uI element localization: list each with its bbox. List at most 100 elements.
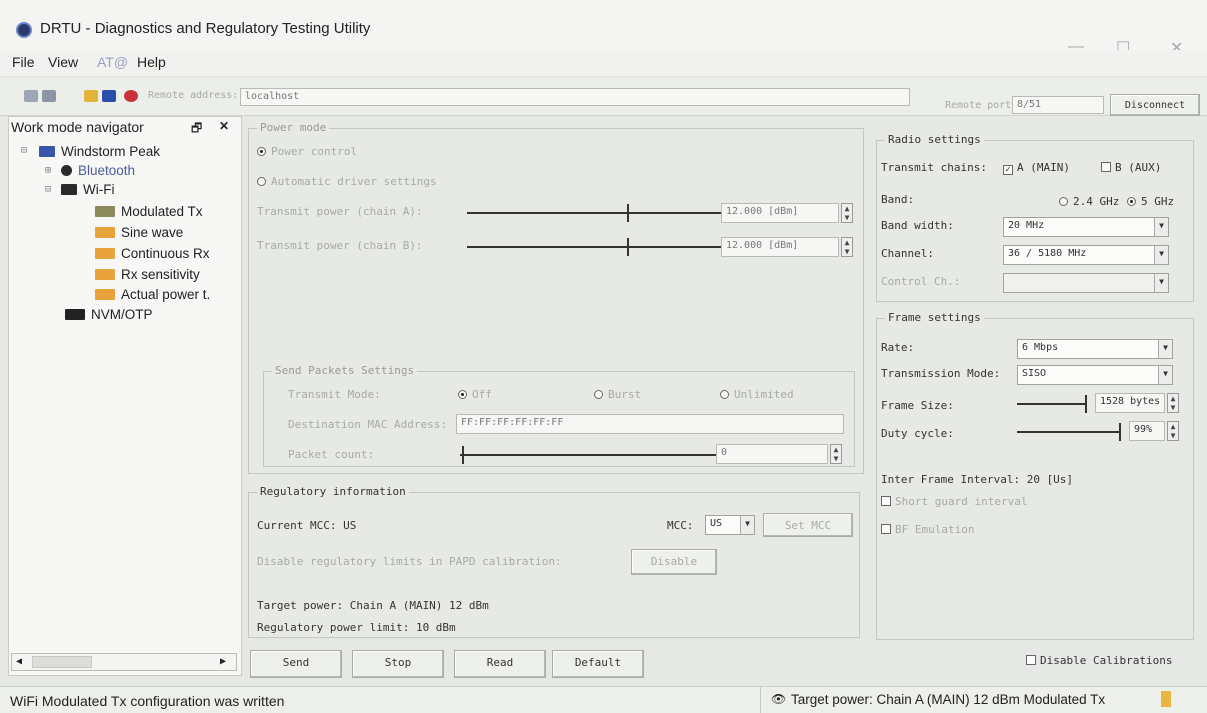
stop-button[interactable]: Stop bbox=[352, 650, 444, 678]
control-ch-label: Control Ch.: bbox=[881, 275, 961, 288]
tx-power-b-value[interactable]: 12.000 [dBm] bbox=[721, 237, 839, 257]
menu-view[interactable]: View bbox=[48, 54, 78, 70]
packet-count-spinner[interactable]: ▲ ▼ bbox=[830, 444, 842, 464]
stop-icon[interactable] bbox=[124, 90, 138, 102]
tree-item-continuous-rx[interactable]: Continuous Rx bbox=[95, 246, 210, 261]
remote-address-input[interactable]: localhost bbox=[240, 88, 910, 106]
duty-cycle-slider[interactable] bbox=[1017, 431, 1121, 433]
current-mcc-text: Current MCC: US bbox=[257, 519, 357, 532]
packet-count-slider[interactable] bbox=[460, 454, 716, 456]
short-guard-checkbox[interactable]: Short guard interval bbox=[881, 495, 1027, 508]
navigator-title: Work mode navigator bbox=[11, 119, 144, 135]
tx-power-a-thumb[interactable] bbox=[627, 204, 629, 222]
mode-icon bbox=[95, 269, 115, 280]
duty-cycle-input[interactable]: 99% bbox=[1129, 421, 1165, 441]
chevron-down-icon: ▼ bbox=[1154, 218, 1168, 236]
chain-b-checkbox[interactable]: B (AUX) bbox=[1101, 161, 1161, 174]
remote-port-input[interactable]: 8/51 bbox=[1012, 96, 1104, 114]
bluetooth-icon bbox=[61, 165, 72, 176]
work-mode-navigator: Work mode navigator 🗗 ✕ ⊟ Windstorm Peak… bbox=[8, 116, 242, 676]
checkbox-icon bbox=[1026, 655, 1036, 665]
disable-calibrations-checkbox[interactable]: Disable Calibrations bbox=[1026, 654, 1172, 667]
packet-count-input[interactable]: 0 bbox=[716, 444, 828, 464]
disconnect-button[interactable]: Disconnect bbox=[1110, 94, 1200, 116]
dest-mac-input[interactable]: FF:FF:FF:FF:FF:FF bbox=[456, 414, 844, 434]
expand-icon[interactable]: ⊞ bbox=[45, 165, 51, 176]
send-packets-title: Send Packets Settings bbox=[272, 364, 418, 377]
band-label: Band: bbox=[881, 193, 915, 206]
frame-size-spinner[interactable]: ▲ ▼ bbox=[1167, 393, 1179, 413]
tree-item-sine-wave[interactable]: Sine wave bbox=[95, 225, 183, 240]
scroll-left-icon[interactable]: ◀ bbox=[16, 656, 22, 667]
disable-limits-button[interactable]: Disable bbox=[631, 549, 717, 575]
tree-item-windstorm-peak[interactable]: Windstorm Peak bbox=[39, 144, 160, 159]
tx-power-b-thumb[interactable] bbox=[627, 238, 629, 256]
channel-select[interactable]: 36 / 5180 MHz ▼ bbox=[1003, 245, 1169, 265]
power-control-radio[interactable]: Power control bbox=[257, 145, 357, 158]
target-power-text: Target power: Chain A (MAIN) 12 dBm bbox=[257, 599, 489, 612]
tx-power-b-spinner[interactable]: ▲ ▼ bbox=[841, 237, 853, 257]
bf-emulation-checkbox[interactable]: BF Emulation bbox=[881, 523, 974, 536]
collapse-icon[interactable]: ⊟ bbox=[21, 145, 27, 156]
rate-select[interactable]: 6 Mbps ▼ bbox=[1017, 339, 1173, 359]
menu-help[interactable]: Help bbox=[137, 54, 166, 70]
tree-item-nvm-otp[interactable]: NVM/OTP bbox=[65, 307, 153, 322]
close-navigator-icon[interactable]: ✕ bbox=[219, 119, 229, 133]
mode-burst-radio[interactable]: Burst bbox=[594, 388, 641, 401]
chain-a-checkbox[interactable]: ✓ A (MAIN) bbox=[1003, 161, 1070, 175]
tree-item-wifi[interactable]: Wi-Fi bbox=[61, 182, 114, 197]
print-icon[interactable] bbox=[42, 90, 56, 102]
radio-icon bbox=[1127, 197, 1136, 206]
power-mode-title: Power mode bbox=[257, 121, 330, 134]
bandwidth-select[interactable]: 20 MHz ▼ bbox=[1003, 217, 1169, 237]
mode-off-radio[interactable]: Off bbox=[458, 388, 492, 401]
scroll-thumb[interactable] bbox=[32, 656, 92, 668]
default-button[interactable]: Default bbox=[552, 650, 644, 678]
status-target-power: Target power: Chain A (MAIN) 12 dBm Modu… bbox=[791, 692, 1106, 707]
send-button[interactable]: Send bbox=[250, 650, 342, 678]
mode-icon bbox=[95, 248, 115, 259]
save-icon[interactable] bbox=[102, 90, 116, 102]
packet-count-thumb[interactable] bbox=[462, 446, 464, 464]
duty-cycle-thumb[interactable] bbox=[1119, 423, 1121, 441]
scroll-right-icon[interactable]: ▶ bbox=[220, 656, 226, 667]
tx-power-a-value[interactable]: 12.000 [dBm] bbox=[721, 203, 839, 223]
memory-icon bbox=[65, 309, 85, 320]
mcc-select[interactable]: US ▼ bbox=[705, 515, 755, 535]
auto-driver-radio[interactable]: Automatic driver settings bbox=[257, 175, 437, 188]
pin-icon[interactable]: 🗗 bbox=[191, 119, 202, 140]
tree-item-actual-power[interactable]: Actual power t. bbox=[95, 287, 210, 302]
title-bar: DRTU - Diagnostics and Regulatory Testin… bbox=[0, 0, 1207, 57]
packet-count-label: Packet count: bbox=[288, 448, 375, 461]
duty-cycle-spinner[interactable]: ▲ ▼ bbox=[1167, 421, 1179, 441]
wifi-icon bbox=[61, 184, 77, 195]
tree-item-rx-sensitivity[interactable]: Rx sensitivity bbox=[95, 267, 200, 282]
remote-address-label: Remote address: bbox=[148, 90, 239, 101]
navigator-scrollbar[interactable]: ◀ ▶ bbox=[11, 653, 237, 671]
band-5-radio[interactable]: 5 GHz bbox=[1127, 195, 1174, 208]
ifi-text: Inter Frame Interval: 20 [Us] bbox=[881, 473, 1074, 486]
menu-file[interactable]: File bbox=[12, 54, 35, 70]
control-ch-select[interactable]: ▼ bbox=[1003, 273, 1169, 293]
tx-power-a-slider[interactable] bbox=[467, 212, 722, 214]
set-mcc-button[interactable]: Set MCC bbox=[763, 513, 853, 537]
frame-size-slider[interactable] bbox=[1017, 403, 1087, 405]
collapse-icon[interactable]: ⊟ bbox=[45, 184, 51, 195]
band-24-radio[interactable]: 2.4 GHz bbox=[1059, 195, 1119, 208]
chevron-down-icon: ▼ bbox=[1154, 274, 1168, 292]
tx-mode-select[interactable]: SISO ▼ bbox=[1017, 365, 1173, 385]
radio-icon bbox=[1059, 197, 1068, 206]
tx-power-b-slider[interactable] bbox=[467, 246, 722, 248]
mode-unlimited-radio[interactable]: Unlimited bbox=[720, 388, 794, 401]
open-folder-icon[interactable] bbox=[84, 90, 98, 102]
layout-icon[interactable] bbox=[24, 90, 38, 102]
frame-size-thumb[interactable] bbox=[1085, 395, 1087, 413]
tx-power-a-spinner[interactable]: ▲ ▼ bbox=[841, 203, 853, 223]
tree-item-modulated-tx[interactable]: Modulated Tx bbox=[95, 204, 203, 219]
send-packets-group: Send Packets Settings Transmit Mode: Off… bbox=[263, 364, 855, 467]
radio-icon bbox=[458, 390, 467, 399]
tree-item-bluetooth[interactable]: Bluetooth bbox=[61, 163, 135, 178]
frame-size-input[interactable]: 1528 bytes bbox=[1095, 393, 1165, 413]
read-button[interactable]: Read bbox=[454, 650, 546, 678]
menu-at[interactable]: AT@ bbox=[97, 54, 128, 70]
